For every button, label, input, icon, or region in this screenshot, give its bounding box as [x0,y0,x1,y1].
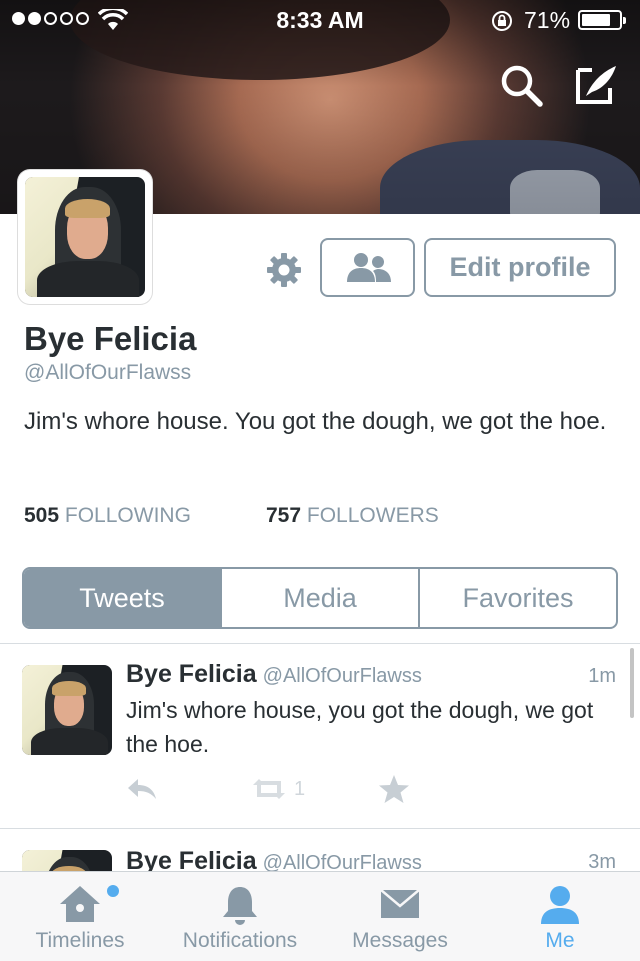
tabbar-label: Notifications [182,929,298,952]
followers-stat[interactable]: 757 FOLLOWERS [266,504,439,528]
following-label: FOLLOWING [64,504,191,527]
tabbar-label: Me [545,929,575,952]
scroll-indicator[interactable] [630,648,634,718]
profile-bio: Jim's whore house. You got the dough, we… [24,408,607,435]
profile-avatar[interactable] [18,170,152,304]
favorite-star-icon[interactable] [378,774,410,809]
battery-percent: 71% [524,7,571,33]
tabbar-label: Messages [352,929,448,952]
tweet-item[interactable]: Bye Felicia @AllOfOurFlawss 1m Jim's whor… [0,644,640,828]
tweet-author-handle: @AllOfOurFlawss [262,665,422,687]
search-icon[interactable] [498,62,546,110]
rotation-lock-icon [492,11,512,31]
people-icon [347,253,391,282]
new-tweets-dot [107,885,119,897]
person-icon [541,886,579,924]
settings-gear-icon[interactable] [264,250,304,290]
tabbar-label: Timelines [35,929,125,952]
followers-count: 757 [266,504,302,527]
tabbar-notifications[interactable]: Notifications [170,872,310,961]
battery-icon [578,10,626,30]
compose-icon[interactable] [572,60,620,108]
profile-handle: @AllOfOurFlawss [24,361,192,384]
tabbar-me[interactable]: Me [510,872,610,961]
profile-tabs: Tweets Media Favorites [22,567,618,629]
tweet-time: 1m [588,665,616,687]
bottom-tab-bar: Timelines Notifications Messages Me [0,871,640,961]
tweet-author-handle: @AllOfOurFlawss [262,852,422,871]
tabbar-messages[interactable]: Messages [340,872,460,961]
tweet-item[interactable]: Bye Felicia @AllOfOurFlawss 3m [0,829,640,871]
tweet-avatar[interactable] [22,665,112,755]
tweet-time: 3m [588,851,616,871]
reply-icon[interactable] [126,777,158,806]
following-stat[interactable]: 505 FOLLOWING [24,504,191,528]
retweet-icon[interactable] [250,777,288,806]
retweet-count: 1 [294,778,306,800]
envelope-icon [380,889,420,918]
followers-label: FOLLOWERS [306,504,439,527]
bell-icon [223,887,257,925]
people-button[interactable] [320,238,415,297]
profile-name: Bye Felicia [24,320,197,357]
tweet-author-name: Bye Felicia [126,660,257,688]
tab-media[interactable]: Media [220,569,418,627]
tabbar-timelines[interactable]: Timelines [20,872,140,961]
tweet-avatar[interactable] [22,850,112,871]
edit-profile-button[interactable]: Edit profile [424,238,616,297]
tweet-text: Jim's whore house, you got the dough, we… [126,697,594,757]
following-count: 505 [24,504,60,527]
tweet-author: Bye Felicia @AllOfOurFlawss [126,847,422,871]
tab-favorites[interactable]: Favorites [418,569,616,627]
home-icon [60,886,100,922]
tab-tweets[interactable]: Tweets [24,569,220,627]
status-bar: 8:33 AM 71% [0,0,640,40]
tweet-author: Bye Felicia @AllOfOurFlawss [126,660,422,689]
tweet-author-name: Bye Felicia [126,847,257,871]
